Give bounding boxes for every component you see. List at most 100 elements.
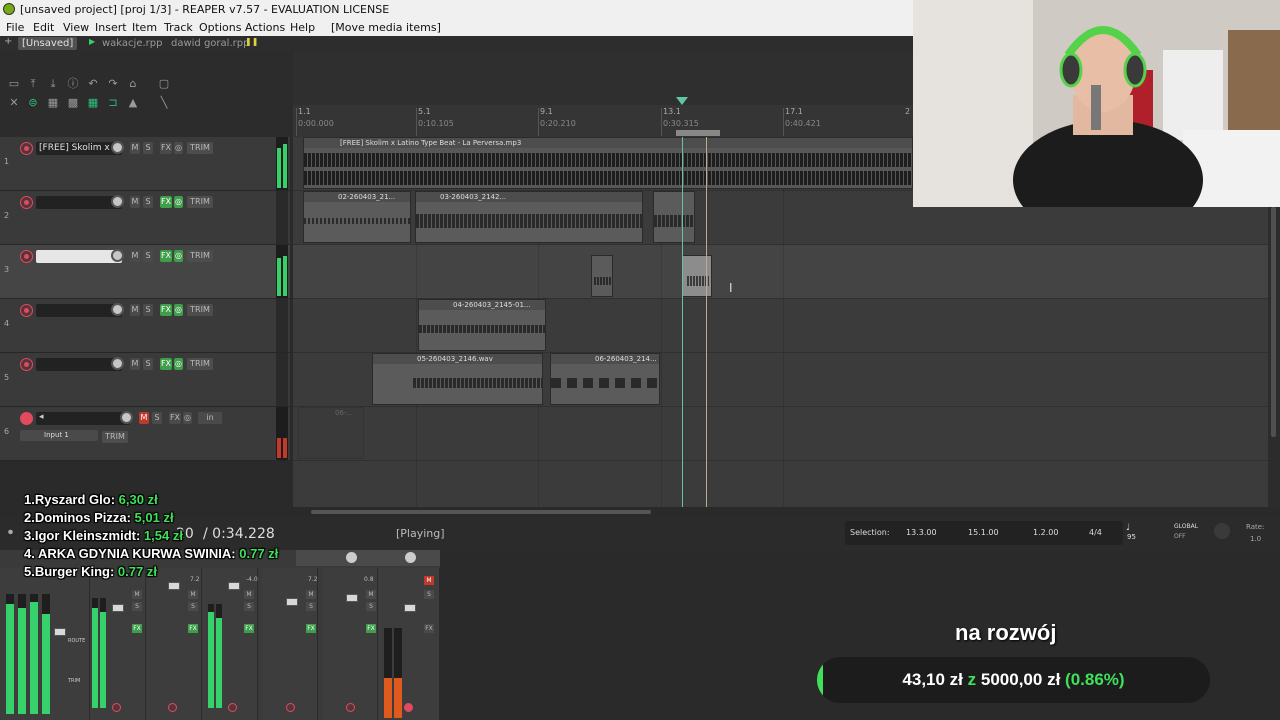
master-knob[interactable] xyxy=(1214,523,1230,539)
record-arm-button[interactable] xyxy=(286,703,295,712)
pan-knob[interactable] xyxy=(346,552,357,563)
timeline-ruler[interactable]: 1.1 0:00.000 5.1 0:10.105 9.1 0:20.210 1… xyxy=(293,51,913,138)
selection-start[interactable]: 13.3.00 xyxy=(906,528,937,537)
solo-button[interactable]: S xyxy=(244,602,254,611)
scroll-thumb[interactable] xyxy=(1271,207,1276,437)
horizontal-scrollbar[interactable] xyxy=(293,507,1268,517)
menu-file[interactable]: File xyxy=(6,21,24,34)
snap-icon[interactable]: ⊐ xyxy=(107,97,119,109)
rate-value[interactable]: 1.0 xyxy=(1250,535,1261,543)
fx-button[interactable]: FX xyxy=(160,304,172,316)
record-arm-button[interactable] xyxy=(20,412,33,425)
menu-edit[interactable]: Edit xyxy=(33,21,54,34)
tab-wakacje[interactable]: wakacje.rpp xyxy=(98,37,166,50)
menu-view[interactable]: View xyxy=(63,21,89,34)
fx-button[interactable]: FX xyxy=(244,624,254,633)
input-select[interactable]: Input 1 xyxy=(20,430,98,441)
item-grouping-icon[interactable]: ▩ xyxy=(67,97,79,109)
track-lane-3[interactable] xyxy=(293,245,1268,299)
bpm[interactable]: 95 xyxy=(1127,533,1136,541)
media-item-recording[interactable]: 06-... xyxy=(298,407,364,459)
record-arm-button[interactable] xyxy=(20,358,33,371)
mute-button[interactable]: M xyxy=(306,590,316,599)
track-row-1[interactable]: 1 [FREE] Skolim x La M S FX ◎ TRIM xyxy=(0,137,290,191)
time-selection-marker[interactable] xyxy=(676,130,720,136)
track-name[interactable]: [FREE] Skolim x La xyxy=(36,142,122,155)
volume-knob[interactable] xyxy=(111,195,124,208)
solo-button[interactable]: S xyxy=(424,590,434,599)
mute-button[interactable]: M xyxy=(424,576,434,585)
fx-button[interactable]: FX xyxy=(132,624,142,633)
record-mode-icon[interactable]: ⏺ xyxy=(8,527,13,538)
fx-bypass-button[interactable]: ◎ xyxy=(174,304,183,316)
volume-knob[interactable] xyxy=(111,357,124,370)
time-signature[interactable]: 4/4 xyxy=(1089,528,1102,537)
media-item-beat[interactable]: [FREE] Skolim x Latino Type Beat - La Pe… xyxy=(303,137,913,189)
fx-button[interactable]: FX xyxy=(169,412,181,424)
solo-button[interactable]: S xyxy=(188,602,198,611)
trim-button[interactable]: TRIM xyxy=(187,250,213,262)
mute-button[interactable]: M xyxy=(188,590,198,599)
media-item-small[interactable] xyxy=(591,255,613,297)
fx-button[interactable]: FX xyxy=(188,624,198,633)
fx-bypass-button[interactable]: ◎ xyxy=(174,142,183,154)
track-name[interactable] xyxy=(36,196,122,209)
media-item-05[interactable]: 05-260403_2146.wav xyxy=(372,353,543,405)
track-name[interactable] xyxy=(36,250,122,263)
record-arm-button[interactable] xyxy=(20,304,33,317)
time-display[interactable]: / 0:34.228 xyxy=(203,526,275,542)
trim-button[interactable]: TRIM xyxy=(102,431,128,443)
record-arm-button[interactable] xyxy=(346,703,355,712)
record-arm-button[interactable] xyxy=(20,196,33,209)
menu-insert[interactable]: Insert xyxy=(95,21,127,34)
solo-button[interactable]: S xyxy=(152,412,162,424)
track-fader[interactable] xyxy=(168,582,180,590)
media-item-06[interactable]: 06-260403_214... xyxy=(550,353,660,405)
pencil-icon[interactable]: ╲ xyxy=(158,97,170,109)
volume-knob[interactable] xyxy=(111,303,124,316)
record-arm-button[interactable] xyxy=(20,142,33,155)
trim-button[interactable]: TRIM xyxy=(187,142,213,154)
solo-button[interactable]: S xyxy=(143,142,153,154)
track-fader[interactable] xyxy=(346,594,358,602)
pan-knob[interactable] xyxy=(405,552,416,563)
mute-button[interactable]: M xyxy=(130,196,140,208)
solo-button[interactable]: S xyxy=(143,250,153,262)
selection-length[interactable]: 1.2.00 xyxy=(1033,528,1058,537)
redo-icon[interactable]: ↷ xyxy=(107,78,119,90)
trim-label[interactable]: TRIM xyxy=(68,678,80,684)
play-cursor-marker[interactable] xyxy=(676,97,688,105)
new-project-icon[interactable]: ▭ xyxy=(8,78,20,90)
fx-bypass-button[interactable]: ◎ xyxy=(174,358,183,370)
fx-button[interactable]: FX xyxy=(160,196,172,208)
snap-grid-icon[interactable]: ▦ xyxy=(87,97,99,109)
global-label[interactable]: GLOBAL xyxy=(1174,523,1198,530)
menu-actions[interactable]: Actions xyxy=(245,21,285,34)
track-fader[interactable] xyxy=(404,604,416,612)
mute-button[interactable]: M xyxy=(132,590,142,599)
metronome-icon[interactable]: ⌂ xyxy=(127,78,139,90)
media-item-selected[interactable] xyxy=(682,255,712,297)
mute-button[interactable]: M xyxy=(244,590,254,599)
record-arm-button[interactable] xyxy=(404,703,413,712)
solo-button[interactable]: S xyxy=(132,602,142,611)
tab-unsaved[interactable]: [Unsaved] xyxy=(18,37,78,50)
input-monitor-button[interactable]: in xyxy=(198,412,222,424)
solo-button[interactable]: S xyxy=(143,304,153,316)
undo-icon[interactable]: ↶ xyxy=(87,78,99,90)
mute-button[interactable]: M xyxy=(130,358,140,370)
media-item-03b[interactable] xyxy=(653,191,695,243)
open-project-icon[interactable]: ⤒ xyxy=(27,78,39,90)
fx-button[interactable]: FX xyxy=(424,624,434,633)
track-row-5[interactable]: 5 M S FX ◎ TRIM xyxy=(0,353,290,407)
solo-button[interactable]: S xyxy=(143,196,153,208)
track-row-3[interactable]: 3 M S FX ◎ TRIM xyxy=(0,245,290,299)
lock-icon[interactable]: ▲ xyxy=(127,97,139,109)
trim-button[interactable]: TRIM xyxy=(187,196,213,208)
media-item-03[interactable]: 03-260403_2142... xyxy=(415,191,643,243)
track-fader[interactable] xyxy=(228,582,240,590)
track-fader[interactable] xyxy=(112,604,124,612)
menu-options[interactable]: Options xyxy=(199,21,241,34)
record-arm-button[interactable] xyxy=(228,703,237,712)
track-name[interactable] xyxy=(36,358,122,371)
